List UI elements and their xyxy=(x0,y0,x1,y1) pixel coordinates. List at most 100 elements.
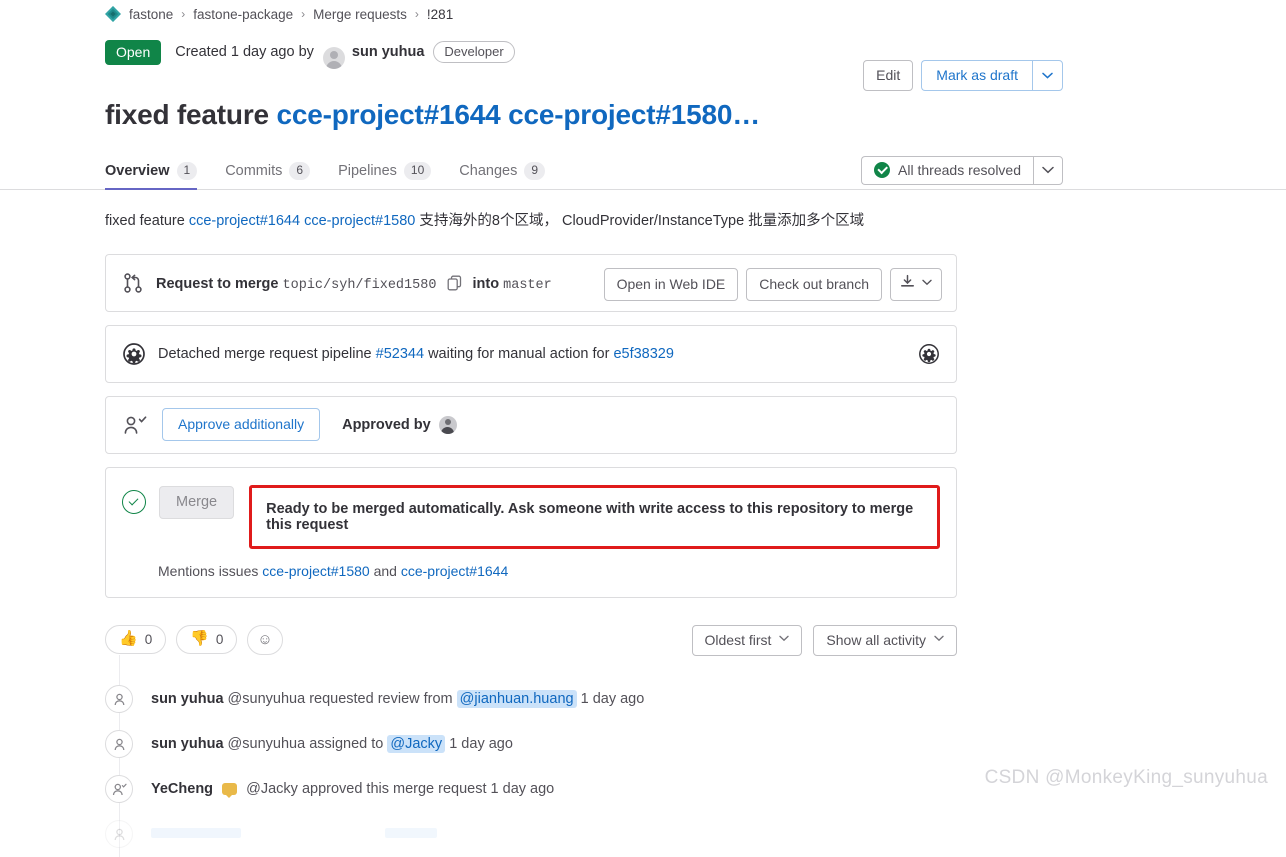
breadcrumb-separator-icon: › xyxy=(181,7,186,21)
list-item: sun yuhua @sunyuhua assigned to @Jacky 1… xyxy=(105,722,957,767)
mark-as-draft-split-button: Mark as draft xyxy=(921,60,1063,91)
status-badge: Open xyxy=(105,39,162,65)
sort-order-dropdown[interactable]: Oldest first xyxy=(691,624,803,656)
activity-text: sun yuhua @sunyuhua assigned to @Jacky 1… xyxy=(151,735,513,753)
merge-request-branch-icon xyxy=(122,272,144,294)
activity-action: assigned to xyxy=(309,736,384,752)
chevron-down-icon[interactable] xyxy=(1032,60,1063,91)
branch-widget-actions: Open in Web IDE Check out branch xyxy=(603,267,942,301)
tab-overview-count: 1 xyxy=(176,161,198,180)
activity-handle: @sunyuhua xyxy=(227,736,306,752)
sort-order-label: Oldest first xyxy=(704,631,772,648)
pipeline-widget-card: Detached merge request pipeline #52344 w… xyxy=(105,324,957,383)
user-check-icon xyxy=(122,414,148,436)
tab-overview[interactable]: Overview 1 xyxy=(105,161,211,190)
approve-additionally-button[interactable]: Approve additionally xyxy=(162,408,321,441)
tab-overview-label: Overview xyxy=(105,162,170,179)
merge-request-description: fixed feature cce-project#1644 cce-proje… xyxy=(0,190,1286,232)
activity-text: YeCheng @Jacky approved this merge reque… xyxy=(151,781,554,798)
merge-button[interactable]: Merge xyxy=(159,485,235,519)
author-name[interactable]: sun yuhua xyxy=(352,44,425,60)
description-link-1580[interactable]: cce-project#1580 xyxy=(304,213,415,229)
threads-resolved-widget: All threads resolved xyxy=(861,155,1063,185)
page-title: fixed feature cce-project#1644 cce-proje… xyxy=(0,85,1286,133)
thumbs-down-reaction-button[interactable]: 👎 0 xyxy=(176,625,238,654)
approval-widget-card: Approve additionally Approved by xyxy=(105,395,957,454)
mentions-prefix: Mentions issues xyxy=(158,562,259,579)
activity-filter-dropdown[interactable]: Show all activity xyxy=(813,624,957,656)
copy-to-clipboard-icon[interactable] xyxy=(447,275,462,291)
target-branch-name[interactable]: master xyxy=(503,278,552,293)
download-icon xyxy=(900,274,915,294)
breadcrumb-item-group[interactable]: fastone xyxy=(129,7,173,22)
pipeline-widget-text: Detached merge request pipeline #52344 w… xyxy=(158,346,674,362)
mentions-link-1644[interactable]: cce-project#1644 xyxy=(401,563,508,579)
description-link-1644[interactable]: cce-project#1644 xyxy=(189,213,300,229)
user-check-outline-icon xyxy=(105,775,133,803)
activity-mention[interactable]: @jianhuan.huang xyxy=(456,690,577,708)
merge-widget-row: Merge Ready to be merged automatically. … xyxy=(106,468,956,549)
activity-feed: sun yuhua @sunyuhua requested review fro… xyxy=(0,654,957,857)
all-threads-resolved-button[interactable]: All threads resolved xyxy=(861,155,1033,185)
approver-avatar-icon[interactable] xyxy=(438,415,457,434)
tab-pipelines[interactable]: Pipelines 10 xyxy=(324,161,445,189)
breadcrumb-item-current: !281 xyxy=(426,6,454,22)
activity-author: YeCheng xyxy=(151,781,214,797)
breadcrumb-separator-icon: › xyxy=(301,7,306,21)
user-outline-icon xyxy=(105,820,133,848)
commit-sha-link[interactable]: e5f38329 xyxy=(613,346,673,362)
page-title-link-1580[interactable]: cce-project#1580… xyxy=(508,99,760,130)
activity-handle: @sunyuhua xyxy=(227,691,306,707)
merge-widget-card: Merge Ready to be merged automatically. … xyxy=(105,466,957,598)
mentions-link-1580[interactable]: cce-project#1580 xyxy=(262,563,369,579)
activity-timestamp: 1 day ago xyxy=(580,691,645,707)
approved-by-label: Approved by xyxy=(342,416,431,433)
list-item: YeCheng @Jacky approved this merge reque… xyxy=(105,767,957,812)
role-badge: Developer xyxy=(433,41,515,63)
chevron-down-icon xyxy=(779,634,790,645)
check-circle-green-icon xyxy=(874,161,891,178)
page-title-link-1644[interactable]: cce-project#1644 xyxy=(276,99,500,130)
merge-request-tabs: Overview 1 Commits 6 Pipelines 10 Change… xyxy=(0,152,1286,190)
title-space xyxy=(501,99,509,130)
activity-mention[interactable]: @Jacky xyxy=(387,735,446,753)
activity-action: requested review from xyxy=(309,691,453,707)
gear-icon[interactable] xyxy=(918,343,940,365)
add-reaction-button[interactable]: ☺ xyxy=(247,624,283,655)
tab-changes-count: 9 xyxy=(524,161,546,180)
all-threads-resolved-label: All threads resolved xyxy=(898,161,1021,178)
page-title-prefix: fixed feature xyxy=(105,98,277,130)
breadcrumb-item-project[interactable]: fastone-package xyxy=(193,7,293,22)
mentions-issues-text: Mentions issues cce-project#1580 and cce… xyxy=(106,549,956,597)
approved-by-group: Approved by xyxy=(342,415,457,434)
into-label: into xyxy=(472,276,500,292)
mark-as-draft-button[interactable]: Mark as draft xyxy=(921,60,1032,91)
avatar xyxy=(322,47,345,69)
thumbs-up-reaction-button[interactable]: 👍 0 xyxy=(105,625,167,654)
chevron-down-icon[interactable] xyxy=(1033,155,1063,185)
tab-commits-label: Commits xyxy=(225,162,283,179)
branch-widget-text: Request to merge topic/syh/fixed1580 int… xyxy=(156,272,552,293)
list-item: sun yuhua @sunyuhua requested review fro… xyxy=(105,677,957,722)
check-circle-outline-green-icon xyxy=(122,489,146,514)
request-to-merge-label: Request to merge xyxy=(156,276,279,292)
mention-placeholder xyxy=(151,828,241,838)
source-branch-name[interactable]: topic/syh/fixed1580 xyxy=(283,278,437,293)
pipeline-text-prefix: Detached merge request pipeline xyxy=(158,345,372,362)
download-dropdown-button[interactable] xyxy=(890,267,942,301)
description-suffix: 支持海外的8个区域， CloudProvider/InstanceType 批量… xyxy=(415,212,865,229)
breadcrumb-item-merge-requests[interactable]: Merge requests xyxy=(313,7,407,22)
edit-button[interactable]: Edit xyxy=(863,60,914,91)
user-outline-icon xyxy=(105,685,133,713)
pipeline-id-link[interactable]: #52344 xyxy=(376,346,424,362)
check-out-branch-button[interactable]: Check out branch xyxy=(746,267,882,301)
activity-text-truncated xyxy=(151,826,438,842)
watermark: CSDN @MonkeyKing_sunyuhua xyxy=(984,767,1268,788)
open-in-web-ide-button[interactable]: Open in Web IDE xyxy=(603,267,739,301)
merge-request-actions: Edit Mark as draft xyxy=(863,60,1063,91)
chevron-down-icon xyxy=(922,278,932,289)
gitlab-tanuki-diamond-icon xyxy=(104,5,122,23)
thumbs-down-icon: 👎 xyxy=(190,630,209,647)
tab-changes[interactable]: Changes 9 xyxy=(445,161,559,189)
tab-commits[interactable]: Commits 6 xyxy=(211,161,324,189)
